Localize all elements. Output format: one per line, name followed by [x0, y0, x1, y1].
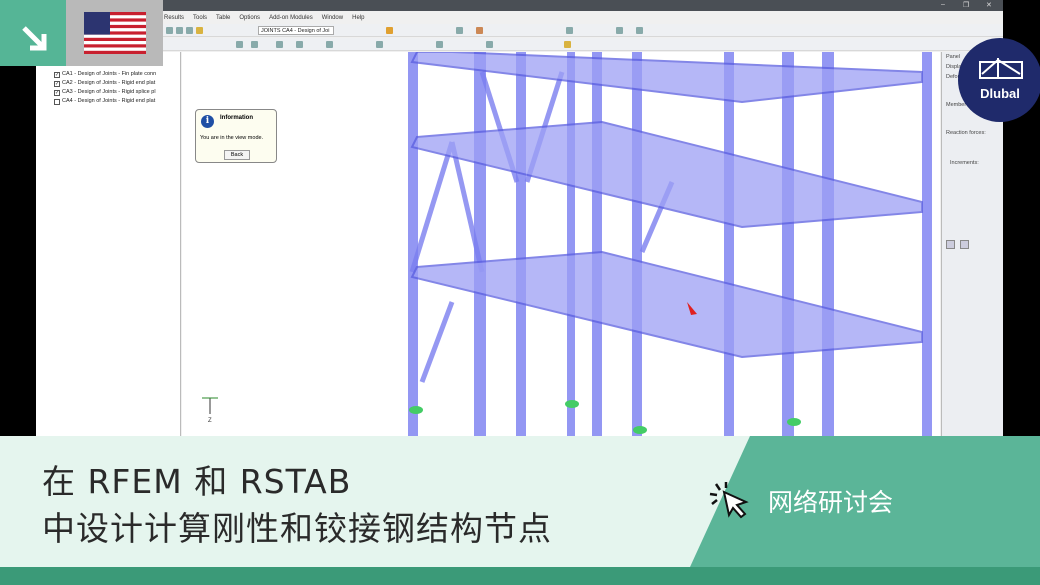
checkbox[interactable]: ✓ [54, 71, 60, 78]
steel-structure-model: Z [202, 52, 932, 436]
toolbar-icon[interactable] [236, 41, 243, 48]
dlubal-logo: Dlubal [958, 38, 1040, 122]
load-case-combo[interactable]: JOINTS CA4 - Design of Joi [258, 26, 334, 35]
toolbar-view [36, 38, 1003, 51]
toolbar-icon[interactable] [276, 41, 283, 48]
rfem-window: – ❐ ✕ Results Tools Table Options Add-on… [36, 0, 1003, 436]
headline-line-2: 中设计计算刚性和铰接钢结构节点 [42, 509, 552, 548]
toolbar-icon[interactable] [636, 27, 643, 34]
menu-addons[interactable]: Add-on Modules [269, 15, 313, 21]
3d-model-view[interactable]: Z [182, 52, 940, 436]
menu-table[interactable]: Table [216, 15, 230, 21]
panel-settings-button[interactable] [960, 240, 969, 249]
checkbox[interactable]: ✓ [54, 80, 60, 87]
load-case-tree: ✓ CA1 - Design of Joints - Fin plate conn… [54, 70, 156, 106]
tree-item[interactable]: ✓ CA2 - Design of Joints - Rigid end plat [54, 79, 156, 88]
toolbar-icon[interactable] [456, 27, 463, 34]
headline-line-1: 在 RFEM 和 RSTAB [42, 462, 352, 501]
toolbar-icon[interactable] [476, 27, 483, 34]
us-flag-icon [84, 12, 146, 54]
menu-window[interactable]: Window [322, 15, 343, 21]
checkbox[interactable] [54, 98, 60, 105]
toolbar-icon[interactable] [196, 27, 203, 34]
bridge-logo-icon [979, 58, 1023, 79]
panel-check-button[interactable] [946, 240, 955, 249]
maximize-button[interactable]: ❐ [963, 1, 969, 9]
increments-label: Increments: [950, 160, 979, 166]
dialog-message: You are in the view mode. [200, 135, 264, 141]
tree-item[interactable]: ✓ CA1 - Design of Joints - Fin plate conn [54, 70, 156, 79]
corner-badge [0, 0, 66, 66]
toolbar-icon[interactable] [564, 41, 571, 48]
cursor-click-icon [709, 482, 749, 519]
language-badge [66, 0, 163, 66]
toolbar-icon[interactable] [251, 41, 258, 48]
close-button[interactable]: ✕ [986, 1, 992, 9]
menu-tools[interactable]: Tools [193, 15, 207, 21]
tree-item[interactable]: ✓ CA3 - Design of Joints - Rigid splice p… [54, 88, 156, 97]
title-bar: – ❐ ✕ [36, 0, 1003, 11]
info-icon: i [201, 115, 214, 128]
toolbar-icon[interactable] [186, 27, 193, 34]
toolbar-icon[interactable] [376, 41, 383, 48]
arrow-down-right-icon [22, 26, 47, 51]
minimize-button[interactable]: – [941, 1, 945, 8]
menu-help[interactable]: Help [352, 15, 364, 21]
toolbar-icon[interactable] [326, 41, 333, 48]
toolbar-icon[interactable] [616, 27, 623, 34]
toolbar-icon[interactable] [386, 27, 393, 34]
bottom-strip [0, 567, 1040, 585]
reaction-forces-label: Reaction forces: [946, 130, 986, 136]
toolbar-main: JOINTS CA4 - Design of Joi [36, 24, 1003, 37]
toolbar-icon[interactable] [166, 27, 173, 34]
menu-results[interactable]: Results [164, 15, 184, 21]
checkbox[interactable]: ✓ [54, 89, 60, 96]
menu-bar: Results Tools Table Options Add-on Modul… [36, 12, 1003, 23]
toolbar-icon[interactable] [296, 41, 303, 48]
tree-item[interactable]: CA4 - Design of Joints - Rigid end plat [54, 97, 156, 106]
toolbar-icon[interactable] [176, 27, 183, 34]
toolbar-icon[interactable] [486, 41, 493, 48]
information-dialog: i Information You are in the view mode. … [195, 109, 277, 163]
menu-options[interactable]: Options [239, 15, 260, 21]
back-button[interactable]: Back [224, 150, 250, 160]
dialog-title: Information [220, 115, 253, 121]
webinar-label: 网络研讨会 [768, 488, 894, 517]
navigator-panel: ✓ CA1 - Design of Joints - Fin plate conn… [36, 52, 181, 436]
toolbar-icon[interactable] [436, 41, 443, 48]
toolbar-icon[interactable] [566, 27, 573, 34]
axis-label: Z [208, 418, 212, 424]
